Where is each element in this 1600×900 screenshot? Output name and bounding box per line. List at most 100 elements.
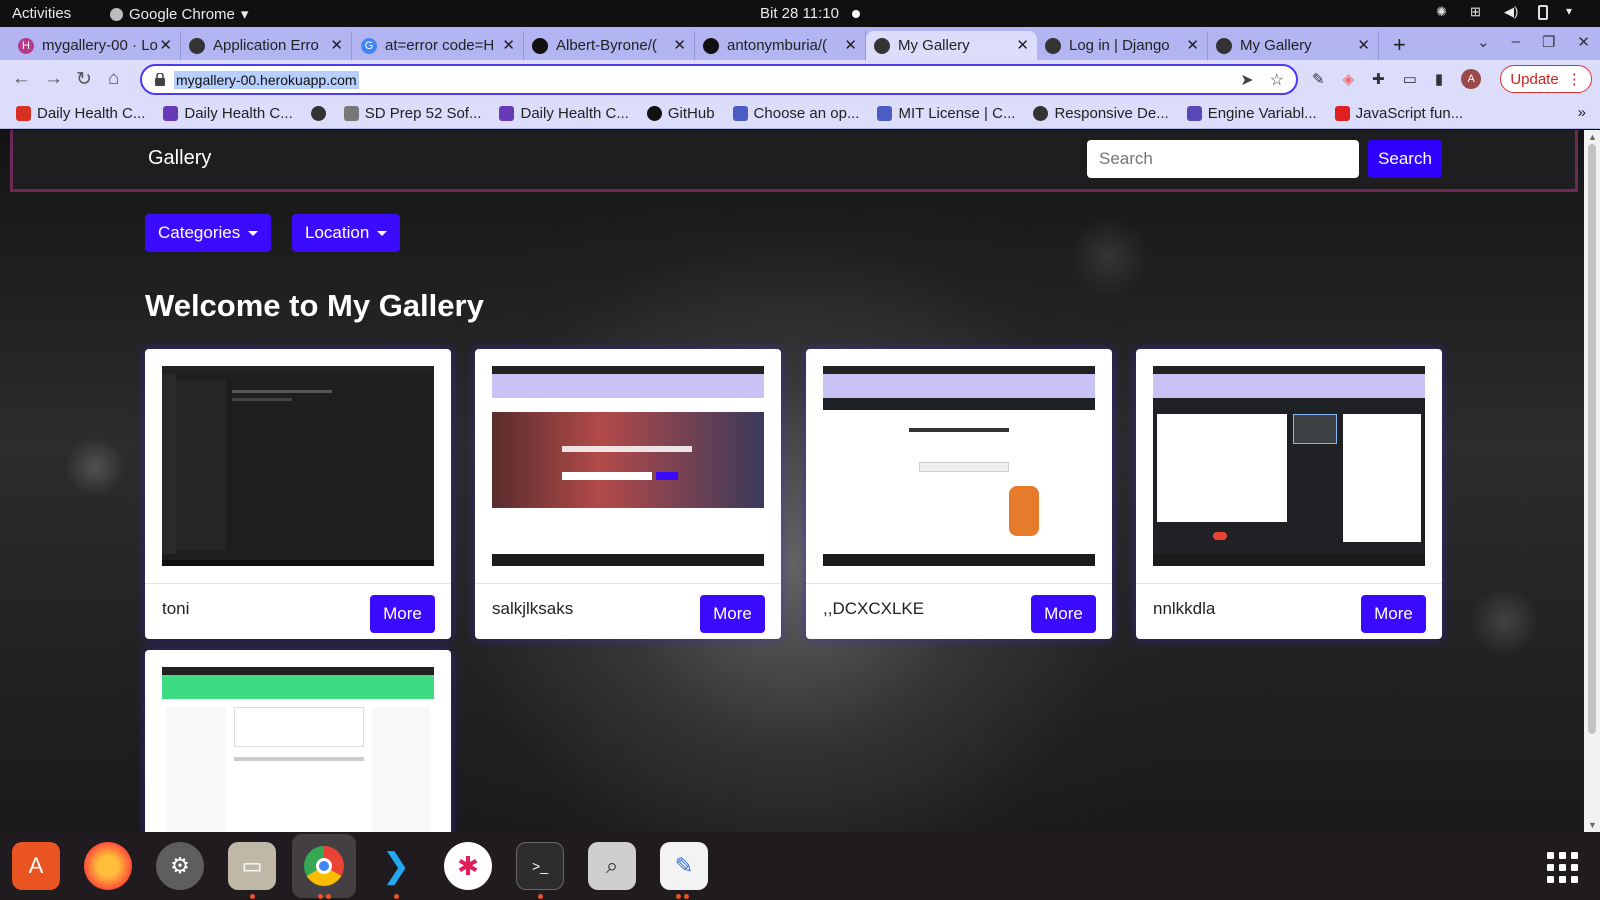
gallery-card: nnlkkdla More xyxy=(1136,349,1442,639)
browser-tab[interactable]: Albert-Byrone/(✕ xyxy=(524,31,695,60)
app-menu[interactable]: Google Chrome ▾ xyxy=(110,5,248,23)
gallery-card: toni More xyxy=(145,349,451,639)
eyedropper-extension-icon[interactable]: ✎ xyxy=(1312,70,1325,88)
globe-icon xyxy=(310,105,326,121)
search-button[interactable]: Search xyxy=(1368,140,1442,178)
minimize-icon[interactable]: – xyxy=(1512,33,1520,51)
files-icon[interactable]: ▭ xyxy=(228,842,276,890)
bookmark-star-icon[interactable]: ☆ xyxy=(1270,70,1284,90)
more-button[interactable]: More xyxy=(1361,595,1426,633)
H-favicon-icon: H xyxy=(18,37,34,54)
image-name: ,,DCXCXLKE xyxy=(823,599,925,618)
send-tab-icon[interactable]: ➤ xyxy=(1240,70,1253,90)
browser-tab[interactable]: My Gallery ✕ xyxy=(866,31,1037,60)
bookmarks-overflow-icon[interactable]: » xyxy=(1578,104,1586,121)
puzzle-icon[interactable]: ✚ xyxy=(1372,70,1385,88)
profile-avatar[interactable]: A xyxy=(1461,69,1482,89)
forward-arrow-icon[interactable]: → xyxy=(44,68,63,90)
update-button[interactable]: Update ⋮ xyxy=(1500,65,1592,93)
close-window-icon[interactable]: ✕ xyxy=(1577,33,1590,51)
vscode-icon[interactable]: ❯ xyxy=(372,842,420,890)
close-tab-icon[interactable]: ✕ xyxy=(1016,36,1029,54)
image-thumbnail[interactable] xyxy=(1153,366,1425,566)
globe-favicon-icon xyxy=(189,37,205,54)
browser-tab[interactable]: Log in | Django ✕ xyxy=(1037,31,1208,60)
search-input[interactable] xyxy=(1087,140,1359,178)
site-navbar: Gallery Search xyxy=(10,130,1578,192)
maximize-icon[interactable]: ❐ xyxy=(1542,33,1555,51)
tab-search-icon[interactable]: ⌄ xyxy=(1477,33,1490,51)
site-brand[interactable]: Gallery xyxy=(148,147,211,170)
bookmark-item[interactable]: MIT License | C... xyxy=(877,105,1015,122)
firefox-icon[interactable] xyxy=(84,842,132,890)
bookmark-item[interactable]: Engine Variabl... xyxy=(1186,104,1317,122)
close-tab-icon[interactable]: ✕ xyxy=(330,36,343,54)
screenshot-icon[interactable]: ⌕ xyxy=(588,842,636,890)
side-panel-icon[interactable]: ▮ xyxy=(1435,70,1443,88)
system-tray[interactable]: ✺ ⊞ ◀) ▾ xyxy=(1436,4,1582,20)
bookmark-label: GitHub xyxy=(667,104,715,122)
bookmark-item[interactable]: Daily Health C... xyxy=(499,105,629,122)
browser-tab[interactable]: antonymburia/(✕ xyxy=(695,31,866,60)
location-dropdown[interactable]: Location xyxy=(292,214,401,252)
software-center-icon[interactable]: A xyxy=(12,842,60,890)
close-tab-icon[interactable]: ✕ xyxy=(844,36,857,54)
globe-favicon-icon xyxy=(1045,37,1061,54)
reload-icon[interactable]: ↻ xyxy=(76,68,92,91)
address-bar[interactable]: mygallery-00.herokuapp.com ➤ ☆ xyxy=(140,64,1298,95)
bookmark-item[interactable]: Choose an op... xyxy=(732,105,859,122)
url-text[interactable]: mygallery-00.herokuapp.com xyxy=(174,71,359,89)
image-thumbnail[interactable] xyxy=(162,667,434,832)
image-thumbnail[interactable] xyxy=(162,366,434,566)
github-icon xyxy=(646,105,662,121)
browser-tab[interactable]: Hmygallery-00 · Lo ✕ xyxy=(10,31,181,60)
more-button[interactable]: More xyxy=(700,595,765,633)
bookmark-item[interactable]: GitHub xyxy=(646,104,715,122)
close-tab-icon[interactable]: ✕ xyxy=(159,36,172,54)
close-tab-icon[interactable]: ✕ xyxy=(1357,36,1370,54)
bookmark-item[interactable]: SD Prep 52 Sof... xyxy=(343,105,481,122)
bookmark-item[interactable]: Daily Health C... xyxy=(16,105,145,122)
close-tab-icon[interactable]: ✕ xyxy=(673,36,686,54)
browser-tab[interactable]: My Gallery ✕ xyxy=(1208,31,1379,60)
back-arrow-icon[interactable]: ← xyxy=(12,68,31,90)
categories-dropdown[interactable]: Categories xyxy=(145,214,272,252)
bookmark-item[interactable]: JavaScript fun... xyxy=(1334,105,1463,122)
browser-tab[interactable]: Gat=error code=H ✕ xyxy=(353,31,524,60)
home-icon[interactable]: ⌂ xyxy=(108,68,119,90)
bookmark-item[interactable]: Responsive De... xyxy=(1033,105,1169,122)
bookmark-item[interactable]: Daily Health C... xyxy=(163,105,293,122)
clock[interactable]: Bit 28 11:10 xyxy=(760,5,839,22)
slack-icon[interactable]: ✱ xyxy=(444,842,492,890)
scrollbar-thumb[interactable] xyxy=(1588,144,1596,734)
image-name: salkjlksaks xyxy=(492,599,574,618)
scroll-up-icon[interactable]: ▲ xyxy=(1588,132,1597,142)
image-name: nnlkkdla xyxy=(1153,599,1216,618)
bookmark-label: Engine Variabl... xyxy=(1207,104,1317,122)
settings-icon[interactable]: ⚙ xyxy=(156,842,204,890)
help-icon xyxy=(732,105,748,121)
more-button[interactable]: More xyxy=(1031,595,1096,633)
text-editor-icon[interactable]: ✎ xyxy=(660,842,708,890)
caret-down-icon xyxy=(248,230,259,236)
bookmark-item[interactable] xyxy=(310,105,326,121)
chrome-icon[interactable] xyxy=(292,834,356,898)
close-tab-icon[interactable]: ✕ xyxy=(1186,36,1199,54)
new-tab-button[interactable]: + xyxy=(1393,32,1406,58)
more-button[interactable]: More xyxy=(370,595,435,633)
extensions-area: ✎ ◈ ✚ ▭ ▮ A xyxy=(1312,69,1482,89)
cast-icon[interactable]: ▭ xyxy=(1403,70,1417,88)
terminal-icon[interactable]: >_ xyxy=(516,842,564,890)
tab-title: Application Erro xyxy=(213,37,319,54)
gallery-card: salkjlksaks More xyxy=(475,349,781,639)
page-scrollbar[interactable]: ▲ ▼ xyxy=(1584,130,1600,832)
activities-button[interactable]: Activities xyxy=(12,5,71,22)
browser-tab[interactable]: Application Erro ✕ xyxy=(181,31,352,60)
image-thumbnail[interactable] xyxy=(492,366,764,566)
scroll-down-icon[interactable]: ▼ xyxy=(1588,820,1597,830)
close-tab-icon[interactable]: ✕ xyxy=(502,36,515,54)
image-thumbnail[interactable] xyxy=(823,366,1095,566)
tree-icon xyxy=(343,105,359,121)
extension-icon[interactable]: ◈ xyxy=(1343,70,1355,88)
show-apps-icon[interactable] xyxy=(1547,852,1578,883)
